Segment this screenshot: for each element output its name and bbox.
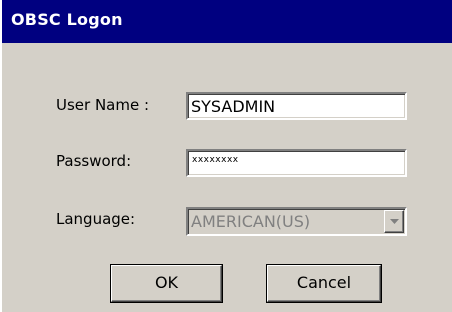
logon-dialog: OBSC Logon User Name : SYSADMIN Password… [0, 0, 452, 312]
password-label: Password: [56, 152, 132, 170]
username-value: SYSADMIN [191, 97, 276, 116]
language-label: Language: [56, 210, 136, 228]
username-label: User Name : [56, 96, 150, 114]
window-title: OBSC Logon [11, 10, 123, 29]
password-field[interactable]: xxxxxxxx [186, 149, 407, 177]
language-dropdown-button[interactable] [384, 210, 404, 233]
language-select[interactable]: AMERICAN(US) [186, 207, 407, 236]
chevron-down-icon [390, 219, 399, 224]
cancel-button[interactable]: Cancel [267, 265, 381, 302]
language-value: AMERICAN(US) [191, 212, 311, 231]
password-value: xxxxxxxx [192, 155, 239, 165]
ok-button[interactable]: OK [111, 265, 222, 302]
title-bar[interactable]: OBSC Logon [2, 0, 452, 43]
username-field[interactable]: SYSADMIN [186, 92, 407, 120]
